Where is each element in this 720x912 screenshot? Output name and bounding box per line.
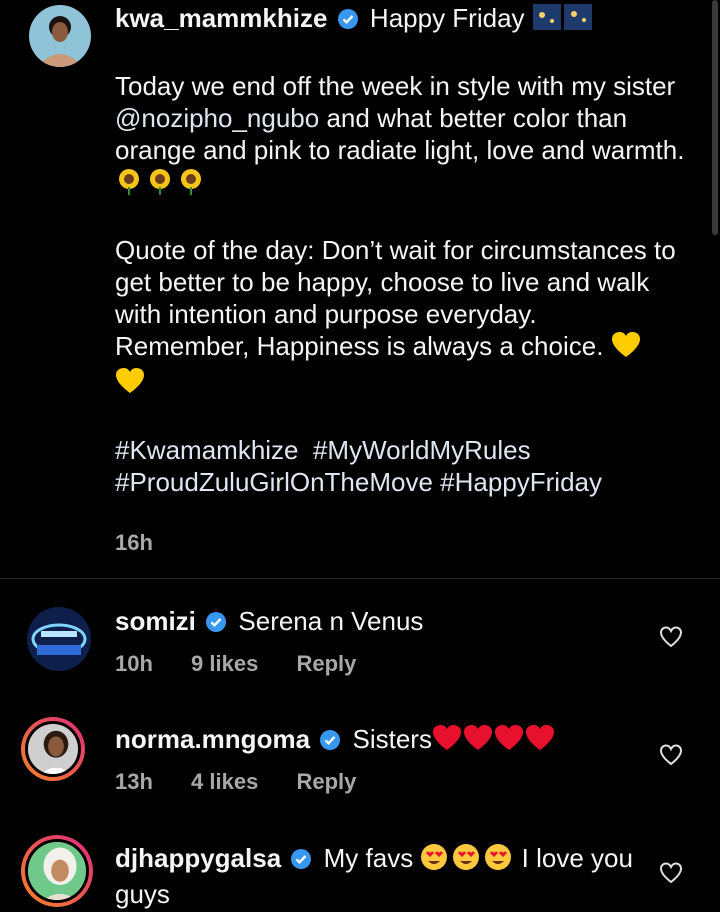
verified-badge-icon	[337, 5, 359, 37]
comment-meta: 10h 9 likes Reply	[115, 651, 388, 677]
post-username[interactable]: kwa_mammkhize	[115, 3, 327, 33]
verified-badge-icon	[290, 845, 312, 877]
post-timestamp: 16h	[115, 530, 153, 555]
like-heart-icon[interactable]	[659, 743, 683, 767]
remember-text: Remember, Happiness is always a choice.	[115, 331, 604, 361]
post-caption: kwa_mammkhize Happy Friday Today we end …	[115, 2, 685, 498]
comment-time: 13h	[115, 769, 153, 794]
yellow-heart-icon	[611, 331, 641, 366]
comment-likes[interactable]: 4 likes	[191, 769, 258, 794]
sparkles-icon	[532, 3, 594, 38]
comment-username[interactable]: somizi	[115, 606, 196, 636]
yellow-heart-icon	[115, 367, 145, 402]
caption-line1: Today we end off the week in style with …	[115, 71, 676, 101]
like-heart-icon[interactable]	[659, 625, 683, 649]
comment-norma: norma.mngoma Sisters	[115, 723, 640, 759]
verified-badge-icon	[319, 726, 341, 758]
divider	[0, 578, 720, 579]
comment-username[interactable]: djhappygalsa	[115, 843, 281, 873]
comment-likes[interactable]: 9 likes	[191, 651, 258, 676]
reply-button[interactable]: Reply	[296, 651, 356, 676]
comment-avatar-somizi[interactable]	[27, 607, 91, 671]
heart-eyes-icon	[420, 843, 514, 878]
greeting-text: Happy Friday	[369, 3, 525, 33]
comment-djhappygalsa: djhappygalsa My favs I love you guys	[115, 842, 640, 910]
hashtags-line2[interactable]: #ProudZuluGirlOnTheMove #HappyFriday	[115, 466, 685, 498]
comment-text: Serena n Venus	[238, 606, 424, 636]
hashtags-line1[interactable]: #Kwamamkhize #MyWorldMyRules	[115, 434, 685, 466]
like-heart-icon[interactable]	[659, 861, 683, 885]
scrollbar[interactable]	[712, 0, 718, 235]
post-author-avatar[interactable]	[29, 5, 91, 67]
comment-meta: 13h 4 likes Reply	[115, 769, 388, 795]
comment-username[interactable]: norma.mngoma	[115, 724, 310, 754]
red-heart-icon	[432, 724, 556, 759]
comment-somizi: somizi Serena n Venus	[115, 605, 640, 640]
sunflower-icon	[115, 167, 207, 202]
comment-text: My favs	[323, 843, 414, 873]
comment-text: Sisters	[352, 724, 432, 754]
comment-avatar-norma[interactable]	[25, 721, 81, 777]
verified-badge-icon	[205, 608, 227, 640]
mention-link[interactable]: @nozipho_ngubo	[115, 103, 319, 133]
comment-time: 10h	[115, 651, 153, 676]
reply-button[interactable]: Reply	[296, 769, 356, 794]
comment-avatar-djhappygalsa[interactable]	[25, 839, 89, 903]
quote-text: Quote of the day: Don’t wait for circums…	[115, 235, 676, 329]
